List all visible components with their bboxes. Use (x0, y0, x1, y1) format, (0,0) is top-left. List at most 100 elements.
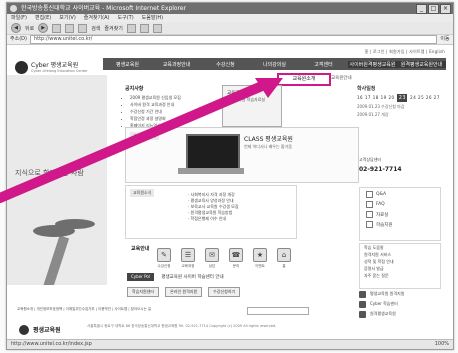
footer-search-input[interactable] (247, 307, 309, 315)
support-link[interactable]: FAQ (366, 201, 440, 208)
quick-icon[interactable]: ☎ 문의 (227, 248, 245, 269)
window-controls: _ □ × (416, 4, 451, 14)
menu-view[interactable]: 보기(V) (59, 14, 76, 22)
checkbox-icon (366, 211, 373, 218)
laptop-slogan: CLASS 평생교육원 (244, 136, 293, 143)
calendar-day[interactable]: 18 (373, 95, 379, 100)
checkbox-icon (366, 221, 373, 228)
quick-icon-label: 수강신청 (157, 264, 171, 268)
menu-tools[interactable]: 도구(T) (118, 14, 134, 22)
calendar-day[interactable]: 17 (365, 95, 371, 100)
status-text: http://www.unitel.co.kr/index.jsp (11, 341, 92, 347)
remote-icon (359, 290, 366, 298)
support-link[interactable]: 자료실 (366, 211, 440, 218)
calendar-day[interactable]: 25 (418, 95, 424, 100)
stop-icon[interactable] (52, 23, 62, 33)
support-link[interactable]: Q&A (366, 191, 440, 198)
calendar-title: 학사일정 (357, 86, 376, 92)
home-icon[interactable] (78, 23, 88, 33)
back-icon[interactable]: ◀ (11, 23, 21, 33)
quick-icon-label: 홈 (282, 264, 286, 268)
phone-number: 02-921-7714 (359, 166, 402, 173)
calendar-day[interactable]: 27 (434, 95, 440, 100)
url-input[interactable]: http://www.unitel.co.kr/ (29, 35, 437, 44)
support-link[interactable]: 학습지원 (366, 221, 440, 228)
status-zoom[interactable]: 100% (435, 340, 449, 349)
gnb-item-1[interactable]: 평생교육원 (103, 61, 152, 68)
checkbox-icon (366, 201, 373, 208)
submenu-next[interactable]: 교육원안내 (331, 73, 352, 85)
menu-file[interactable]: 파일(F) (11, 14, 27, 22)
history-icon[interactable] (126, 23, 136, 33)
top-links[interactable]: 홈 | 로그인 | 회원가입 | 사이트맵 | English (365, 49, 445, 55)
list-icon: ☰ (181, 248, 195, 262)
quick-icon[interactable]: ⌂ 홈 (275, 248, 293, 269)
browser-toolbar: ◀ 뒤로 ▶ 검색 즐겨찾기 (7, 22, 453, 35)
menu-favorites[interactable]: 즐겨찾기(A) (84, 14, 110, 22)
calendar-event[interactable]: 2009.01.23 수강신청 마감 (357, 104, 442, 110)
faq-item[interactable]: 자주 묻는 질문 (364, 272, 440, 279)
cyber-strip-text[interactable]: 평생교육원 사이버 학습센터 안내 (161, 275, 223, 280)
quick-icon[interactable]: ☰ 교육과정 (179, 248, 197, 269)
footer-links[interactable]: 교육원소개 | 개인정보보호정책 | 이메일무단수집거부 | 이용약관 | 사이… (17, 307, 447, 312)
faq-item[interactable]: 원격지원 서비스 (364, 251, 440, 258)
laptop-subtext: 언제 어디서나 배우는 즐거움 (244, 144, 292, 149)
search-label[interactable]: 검색 (91, 25, 100, 32)
calendar-day[interactable]: 24 (410, 95, 416, 100)
print-icon[interactable] (152, 23, 162, 33)
quick-icon[interactable]: ★ 이벤트 (251, 248, 269, 269)
gnb-item-3[interactable]: 수강신청 (201, 61, 250, 68)
menu-edit[interactable]: 편집(E) (35, 14, 51, 22)
right-quick-link[interactable]: 평생교육원 원격지원 (359, 289, 439, 299)
customer-center-label: 고객상담센터 (359, 157, 382, 162)
news-item[interactable]: · 학점은행제 이수 안내 (188, 216, 239, 222)
calendar-day[interactable]: 19 (381, 95, 387, 100)
notice-item[interactable]: 학점인정 과정 설명회 (130, 115, 215, 122)
laptop-promo[interactable]: 교육과정 안내 CLASS 평생교육원 언제 어디서나 배우는 즐거움 (125, 127, 359, 183)
faq-item[interactable]: 증명서 발급 (364, 265, 440, 272)
close-button[interactable]: × (440, 4, 451, 14)
support-link-label: Q&A (376, 192, 387, 197)
quick-icon[interactable]: ✎ 수강신청 (155, 248, 173, 269)
back-label[interactable]: 뒤로 (25, 25, 34, 32)
faq-item[interactable]: 성적 및 학점 안내 (364, 258, 440, 265)
refresh-icon[interactable] (65, 23, 75, 33)
customer-center: 고객상담센터 02-921-7714 (359, 157, 439, 185)
calendar-today[interactable]: 23 (397, 94, 408, 102)
maximize-button[interactable]: □ (428, 4, 439, 14)
gnb-item-6[interactable]: 사이버원격평생교육원 (348, 60, 397, 68)
calendar-day[interactable]: 26 (426, 95, 432, 100)
favorites-label[interactable]: 즐겨찾기 (104, 25, 122, 32)
course-banner[interactable]: 교육과정 안내 평생교육원 학습자료실 (222, 85, 282, 127)
notice-item[interactable]: 사이버 원격 교육과정 안내 (130, 101, 215, 108)
gnb-item-2[interactable]: 교육과정안내 (152, 61, 201, 68)
support-links: Q&A FAQ 자료실 학습지원 (359, 187, 441, 241)
palm-trunk (34, 235, 70, 285)
main-visual: 지식으로 함께하는 사람 (7, 75, 107, 285)
logo-name: Cyber 평생교육원 (31, 62, 79, 69)
support-center-button[interactable]: 학습지원센터 (127, 287, 160, 297)
forward-icon[interactable]: ▶ (38, 23, 49, 33)
laptop-base-icon (178, 168, 244, 174)
menu-bar: 파일(F) 편집(E) 보기(V) 즐겨찾기(A) 도구(T) 도움말(H) (7, 14, 453, 22)
notice-title[interactable]: 공지사항 (125, 85, 215, 92)
news-label: 교육원소식 (130, 189, 155, 197)
notice-item[interactable]: 2009 평생교육원 신입생 모집 (130, 94, 215, 101)
minimize-button[interactable]: _ (416, 4, 427, 14)
gnb-item-4[interactable]: 나의강의실 (250, 61, 299, 68)
quick-icon[interactable]: ✉ 상담 (203, 248, 221, 269)
remote-support-button[interactable]: 온라인 원격지원 (165, 287, 203, 297)
calendar-event[interactable]: 2009.01.27 개강 (357, 112, 442, 118)
gnb-item-7[interactable]: 원격평생교육원안내 (397, 60, 446, 68)
mail-icon[interactable] (139, 23, 149, 33)
calendar-day[interactable]: 20 (389, 95, 395, 100)
faq-item[interactable]: 학습 도움말 (364, 244, 440, 251)
enroll-button[interactable]: 수강신청하기 (208, 287, 241, 297)
submenu-selected[interactable]: 교육원소개 (277, 73, 331, 86)
menu-help[interactable]: 도움말(H) (142, 14, 163, 22)
notice-item[interactable]: 수강신청 기간 안내 (130, 108, 215, 115)
gnb-item-5[interactable]: 고객센터 (299, 61, 348, 68)
calendar-day[interactable]: 16 (357, 95, 363, 100)
go-button[interactable]: 이동 (437, 35, 453, 44)
browser-window: 한국방송통신대학교 사이버교육 - Microsoft Internet Exp… (6, 2, 454, 350)
